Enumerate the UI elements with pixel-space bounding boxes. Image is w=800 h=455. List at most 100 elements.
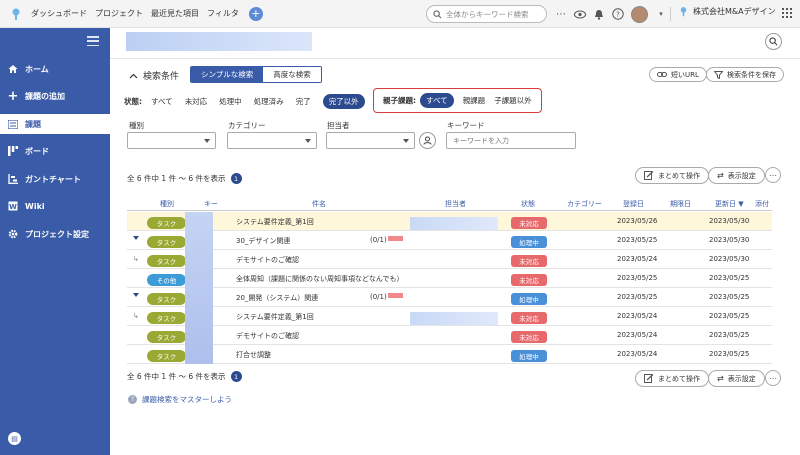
keyword-input[interactable] bbox=[446, 132, 576, 149]
type-badge: タスク bbox=[147, 331, 186, 343]
sidebar-item-home[interactable]: ホーム bbox=[0, 59, 110, 79]
sidebar-item-wiki[interactable]: W Wiki bbox=[0, 196, 110, 216]
project-search-button[interactable] bbox=[765, 33, 782, 50]
parent-child-filter: 親子課題: すべて 親課題 子課題以外 bbox=[373, 88, 542, 113]
assignee-select[interactable] bbox=[326, 132, 415, 149]
updated-date: 2023/05/30 bbox=[709, 236, 750, 244]
status-option-open[interactable]: 未対応 bbox=[185, 96, 208, 107]
issue-subject[interactable]: 全体周知（課題に関係のない周知事項などなんでも） bbox=[236, 274, 404, 284]
col-updated[interactable]: 更新日 ▼ bbox=[715, 199, 744, 209]
issue-key-column bbox=[185, 212, 213, 364]
registered-date: 2023/05/24 bbox=[617, 350, 658, 358]
col-registered[interactable]: 登録日 bbox=[623, 199, 644, 209]
sidebar-item-label: ボード bbox=[25, 146, 49, 156]
backlog-logo-icon[interactable] bbox=[9, 7, 23, 21]
status-badge: 未対応 bbox=[511, 312, 547, 324]
collapse-caret-icon[interactable] bbox=[133, 293, 139, 297]
type-badge: タスク bbox=[147, 293, 186, 305]
short-url-button[interactable]: 短いURL bbox=[649, 67, 707, 82]
issue-subject[interactable]: 30_デザイン関連 bbox=[236, 236, 290, 246]
status-option-resolved[interactable]: 処理済み bbox=[254, 96, 284, 107]
nav-dashboard[interactable]: ダッシュボード bbox=[31, 8, 87, 19]
issue-subject[interactable]: デモサイトのご確認 bbox=[236, 255, 299, 265]
status-badge: 未対応 bbox=[511, 255, 547, 267]
status-option-not-closed[interactable]: 完了以外 bbox=[322, 94, 365, 109]
main-content: 検索条件 シンプルな検索 高度な検索 短いURL 検索条件を保存 状態: すべて… bbox=[110, 28, 800, 455]
updated-date: 2023/05/25 bbox=[709, 274, 750, 282]
sidebar-item-board[interactable]: ボード bbox=[0, 141, 110, 161]
add-button[interactable]: + bbox=[248, 6, 263, 21]
more-options-icon[interactable]: ⋯ bbox=[765, 370, 781, 386]
bulk-update-button[interactable]: まとめて操作 bbox=[635, 167, 709, 184]
more-dots-icon[interactable]: ⋯ bbox=[555, 8, 567, 20]
status-option-all[interactable]: すべて bbox=[151, 96, 173, 107]
page-number[interactable]: 1 bbox=[230, 371, 242, 382]
parent-option-parent[interactable]: 親課題 bbox=[463, 95, 486, 106]
nav-recent[interactable]: 最近見た項目 bbox=[151, 8, 199, 19]
issue-subject[interactable]: システム要件定義_第1回 bbox=[236, 312, 314, 322]
table-row[interactable]: タスク 30_デザイン関連 (0/1) 処理中 2023/05/25 2023/… bbox=[127, 231, 772, 250]
table-row[interactable]: ↳ タスク システム要件定義_第1回 未対応 2023/05/24 2023/0… bbox=[127, 307, 772, 326]
global-search-input[interactable]: 全体からキーワード検索 bbox=[426, 5, 547, 23]
chat-bubble-icon[interactable]: ▤ bbox=[8, 432, 21, 445]
issue-subject[interactable]: システム要件定義_第1回 bbox=[236, 217, 314, 227]
issue-subject[interactable]: 打合せ調整 bbox=[236, 350, 271, 360]
collapse-caret-icon[interactable] bbox=[133, 236, 139, 240]
table-row[interactable]: タスク 20_開発（システム）関連 (0/1) 処理中 2023/05/25 2… bbox=[127, 288, 772, 307]
user-avatar[interactable] bbox=[631, 5, 648, 23]
page-number[interactable]: 1 bbox=[230, 173, 242, 184]
more-options-icon[interactable]: ⋯ bbox=[765, 167, 781, 183]
col-type[interactable]: 種別 bbox=[160, 199, 174, 209]
status-option-closed[interactable]: 完了 bbox=[296, 96, 311, 107]
assignee-cell bbox=[410, 217, 498, 230]
nav-projects[interactable]: プロジェクト bbox=[95, 8, 143, 19]
col-key[interactable]: キー bbox=[204, 199, 218, 209]
watch-eye-icon[interactable] bbox=[574, 8, 586, 20]
col-due[interactable]: 期限日 bbox=[670, 199, 691, 209]
nav-filters[interactable]: フィルタ bbox=[207, 8, 239, 19]
company-logo-icon bbox=[680, 7, 687, 17]
type-select[interactable] bbox=[127, 132, 216, 149]
issue-subject[interactable]: デモサイトのご確認 bbox=[236, 331, 299, 341]
assign-to-me-button[interactable] bbox=[419, 132, 436, 149]
bulk-update-label: まとめて操作 bbox=[658, 171, 700, 180]
sidebar-item-gantt[interactable]: ガントチャート bbox=[0, 169, 110, 189]
list-icon bbox=[8, 119, 18, 129]
col-status[interactable]: 状態 bbox=[521, 199, 535, 209]
status-option-in-progress[interactable]: 処理中 bbox=[219, 96, 242, 107]
display-settings-button[interactable]: ⇄ 表示設定 bbox=[708, 167, 765, 184]
company-switcher[interactable]: 株式会社M&Aデザイン bbox=[678, 6, 776, 17]
notification-bell-icon[interactable] bbox=[593, 8, 605, 20]
parent-option-all[interactable]: すべて bbox=[420, 93, 454, 108]
apps-grid-icon[interactable] bbox=[782, 8, 792, 18]
status-filter-label: 状態: bbox=[124, 97, 142, 106]
chevron-down-icon bbox=[305, 139, 311, 143]
avatar-chevron-down-icon[interactable]: ▾ bbox=[655, 8, 667, 20]
tab-advanced-search[interactable]: 高度な検索 bbox=[263, 67, 321, 82]
issue-subject[interactable]: 20_開発（システム）関連 bbox=[236, 293, 318, 303]
sidebar-item-label: 課題の追加 bbox=[25, 91, 65, 101]
help-link[interactable]: ? 課題検索をマスターしよう bbox=[128, 394, 232, 405]
help-icon[interactable]: ? bbox=[612, 8, 624, 20]
col-subject[interactable]: 件名 bbox=[312, 199, 326, 209]
display-settings-button-bottom[interactable]: ⇄ 表示設定 bbox=[708, 370, 765, 387]
bulk-update-button-bottom[interactable]: まとめて操作 bbox=[635, 370, 709, 387]
table-row[interactable]: タスク デモサイトのご確認 未対応 2023/05/24 2023/05/25 bbox=[127, 326, 772, 345]
save-search-button[interactable]: 検索条件を保存 bbox=[706, 67, 784, 82]
table-row[interactable]: タスク 打合せ調整 処理中 2023/05/24 2023/05/25 bbox=[127, 345, 772, 364]
sidebar-item-project-settings[interactable]: プロジェクト設定 bbox=[0, 224, 110, 244]
col-attach[interactable]: 添付 bbox=[755, 199, 769, 209]
table-row[interactable]: ↳ タスク デモサイトのご確認 未対応 2023/05/24 2023/05/3… bbox=[127, 250, 772, 269]
search-conditions-toggle[interactable]: 検索条件 bbox=[129, 69, 179, 82]
parent-option-not-child[interactable]: 子課題以外 bbox=[494, 95, 532, 106]
category-select[interactable] bbox=[227, 132, 317, 149]
sidebar-item-add-issue[interactable]: + 課題の追加 bbox=[0, 86, 110, 106]
table-row[interactable]: その他 全体周知（課題に関係のない周知事項などなんでも） 未対応 2023/05… bbox=[127, 269, 772, 288]
tab-simple-search[interactable]: シンプルな検索 bbox=[191, 67, 264, 82]
col-assignee[interactable]: 担当者 bbox=[445, 199, 466, 209]
table-row[interactable]: タスク システム要件定義_第1回 未対応 2023/05/26 2023/05/… bbox=[127, 212, 772, 231]
sidebar-item-label: プロジェクト設定 bbox=[25, 229, 89, 239]
col-category[interactable]: カテゴリー bbox=[567, 199, 602, 209]
menu-toggle-icon[interactable] bbox=[87, 36, 99, 46]
sidebar-item-issues[interactable]: 課題 bbox=[0, 114, 110, 134]
